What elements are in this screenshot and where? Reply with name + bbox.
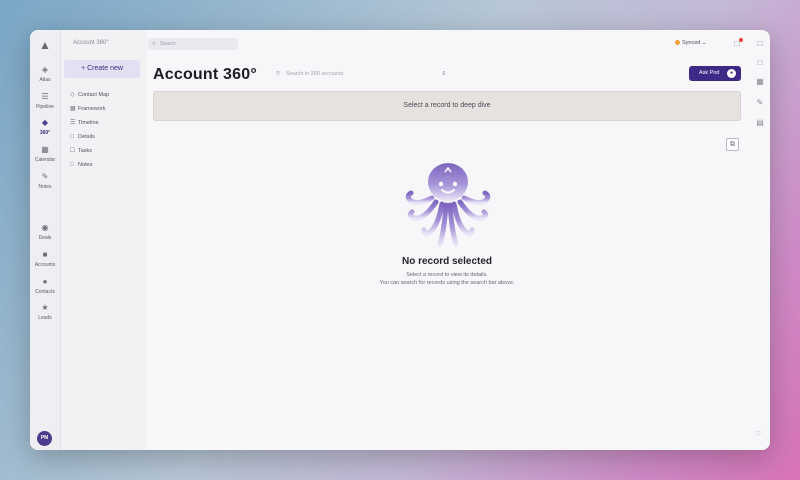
window-icon[interactable]: □ (755, 39, 765, 49)
empty-state-line-1: Select a record to view its details. (406, 272, 488, 278)
sidebar-item-label: Framework (78, 106, 106, 112)
ask-pod-label: Ask Pod (699, 70, 720, 76)
rail-item-leads[interactable]: ★ Leads (30, 303, 60, 321)
timeline-icon: ☰ (70, 120, 76, 126)
rail-item-atlas[interactable]: ◈ Atlas (30, 65, 60, 83)
pod-icon: ● (727, 69, 736, 78)
rail-item-calendar[interactable]: ▦ Calendar (30, 145, 60, 163)
framework-icon: ▦ (70, 106, 76, 112)
empty-state-title: No record selected (401, 256, 493, 267)
notification-badge (739, 38, 743, 42)
global-search-input[interactable]: ⚲ Search (148, 38, 238, 50)
calendar-icon: ▦ (41, 145, 49, 154)
notes-icon: ✎ (41, 172, 49, 181)
rail-item-accounts[interactable]: ■ Accounts (30, 250, 60, 268)
deals-icon: ◉ (41, 223, 49, 232)
app-window: ▲ ◈ Atlas ☰ Pipeline ◆ 360° ▦ Calendar ✎… (30, 30, 770, 450)
rail-item-label: Notes (38, 184, 52, 190)
help-icon[interactable]: ♡ (755, 430, 761, 438)
rail-item-360[interactable]: ◆ 360° (30, 118, 60, 136)
global-search-placeholder: Search (160, 41, 176, 47)
octopus-mascot-icon (405, 163, 491, 247)
chevron-updown-icon: ⇕ (441, 71, 446, 77)
accounts-icon: ■ (42, 250, 48, 259)
sidebar-item-details[interactable]: □ Details (70, 132, 95, 142)
pipeline-icon: ☰ (41, 92, 49, 101)
rail-item-label: Calendar (34, 157, 56, 163)
sidebar-item-label: Timeline (78, 120, 99, 126)
document-icon[interactable]: ▤ (755, 118, 765, 128)
rail-item-label: Pipeline (36, 104, 54, 110)
search-icon: ⚲ (152, 41, 156, 47)
rail-item-deals[interactable]: ◉ Deals (30, 223, 60, 241)
page-title: Account 360° (153, 66, 257, 83)
rail-item-label: Atlas (39, 77, 51, 83)
copy-icon[interactable]: □ (755, 58, 765, 68)
details-icon: □ (70, 134, 74, 140)
sync-status-dot (675, 40, 680, 46)
rail-item-label: Accounts (34, 262, 56, 268)
create-new-button[interactable]: + Create new (64, 60, 140, 78)
sync-status-label: Synced (682, 40, 701, 46)
rail-item-label: Leads (38, 315, 52, 321)
search-icon: ⚲ (276, 71, 281, 77)
ask-pod-button[interactable]: Ask Pod ● (689, 66, 741, 81)
expand-icon[interactable]: ⧉ (726, 138, 739, 151)
sidebar-item-timeline[interactable]: ☰ Timeline (70, 118, 99, 128)
notes-icon: □ (70, 162, 74, 168)
deep-dive-banner: Select a record to deep dive (153, 91, 741, 121)
layers-icon: ◆ (41, 118, 49, 127)
edit-icon[interactable]: ✎ (755, 98, 765, 108)
rail-item-label: Deals (38, 235, 52, 241)
sidebar-item-label: Contact Map (78, 92, 110, 98)
sidebar-item-tasks[interactable]: ☐ Tasks (70, 146, 92, 156)
create-new-label: Create new (87, 65, 123, 72)
chevron-down-icon: ⌄ (701, 40, 707, 46)
rail-item-contacts[interactable]: ● Contacts (30, 277, 60, 295)
contact-map-icon: ◇ (70, 92, 75, 98)
record-search-input[interactable]: ⚲ Search in 200 accounts ⇕ (276, 68, 446, 80)
sidebar-item-label: Details (78, 134, 95, 140)
sidebar-item-label: Tasks (78, 148, 93, 154)
sync-status[interactable]: Synced ⌄ (675, 40, 707, 46)
tasks-icon: ☐ (70, 148, 76, 154)
sidebar-item-contact-map[interactable]: ◇ Contact Map (70, 90, 109, 100)
atlas-icon: ◈ (41, 65, 49, 74)
app-logo-icon[interactable]: ▲ (38, 38, 52, 52)
empty-state-line-2: You can search for records using the sea… (379, 280, 515, 286)
contacts-icon: ● (42, 277, 48, 286)
rail-item-label: Contacts (35, 289, 55, 295)
leads-icon: ★ (41, 303, 49, 312)
icon-rail: ▲ ◈ Atlas ☰ Pipeline ◆ 360° ▦ Calendar ✎… (30, 30, 61, 450)
record-search-placeholder: Search in 200 accounts (286, 71, 344, 77)
sidebar-item-label: Notes (78, 162, 93, 168)
sidebar-item-notes[interactable]: □ Notes (70, 160, 92, 170)
calendar-icon[interactable]: ▦ (755, 77, 765, 87)
rail-item-label: 360° (39, 130, 51, 136)
rail-item-notes[interactable]: ✎ Notes (30, 172, 60, 190)
rail-item-pipeline[interactable]: ☰ Pipeline (30, 92, 60, 110)
sidebar-item-framework[interactable]: ▦ Framework (70, 104, 106, 114)
avatar[interactable]: PM (37, 431, 52, 446)
app-name: Account 360° (73, 40, 109, 46)
